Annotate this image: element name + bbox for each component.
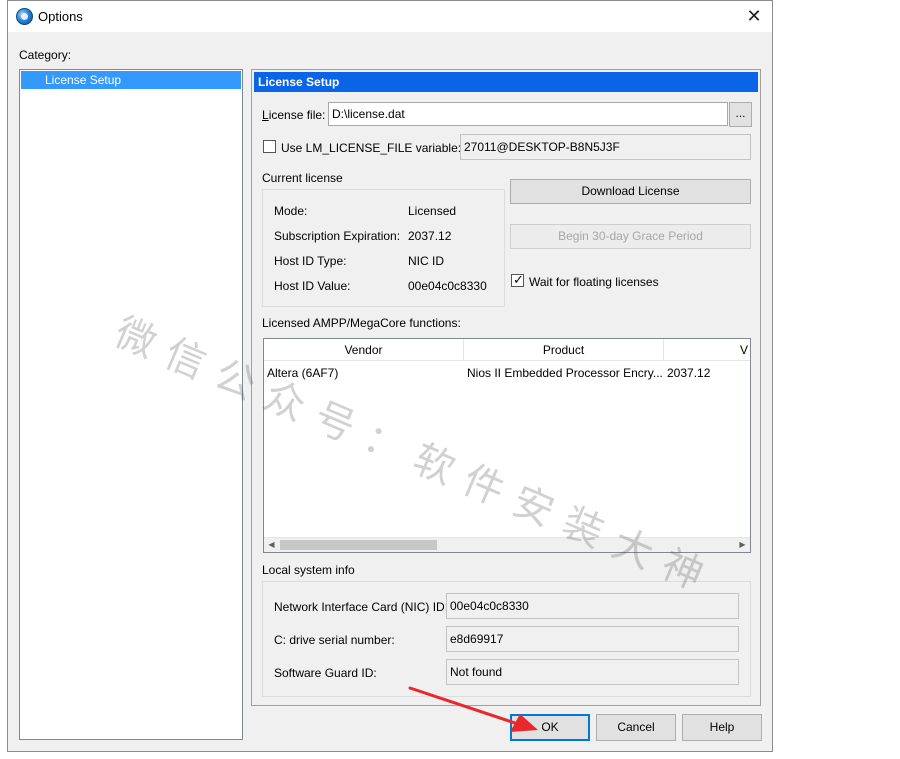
quartus-app-icon bbox=[16, 8, 33, 25]
title-bar: Options ✕ bbox=[8, 1, 772, 32]
vendor-cell: Altera (6AF7) bbox=[267, 366, 339, 380]
lm-license-checkbox[interactable] bbox=[263, 140, 276, 153]
lm-license-label: Use LM_LICENSE_FILE variable: bbox=[281, 141, 462, 155]
ok-button[interactable]: OK bbox=[510, 714, 590, 741]
mode-label: Mode: bbox=[274, 204, 308, 218]
wait-floating-label: Wait for floating licenses bbox=[529, 275, 659, 289]
license-file-label-mnemonic: L bbox=[262, 108, 269, 122]
license-file-input[interactable]: D:\license.dat bbox=[328, 102, 728, 126]
lm-license-value: 27011@DESKTOP-B8N5J3F bbox=[460, 134, 751, 160]
category-label: Category: bbox=[19, 48, 72, 62]
license-setup-panel: License Setup License file: D:\license.d… bbox=[251, 69, 761, 706]
functions-title: Licensed AMPP/MegaCore functions: bbox=[262, 316, 461, 330]
current-license-title: Current license bbox=[262, 171, 343, 185]
local-system-info-title: Local system info bbox=[262, 563, 355, 577]
scroll-right-arrow-icon[interactable]: ▶ bbox=[735, 538, 750, 552]
close-button[interactable]: ✕ bbox=[744, 6, 764, 26]
scroll-left-arrow-icon[interactable]: ◀ bbox=[264, 538, 279, 552]
category-list[interactable]: License Setup bbox=[19, 69, 243, 740]
horizontal-scrollbar[interactable]: ◀ ▶ bbox=[264, 537, 750, 552]
cancel-button[interactable]: Cancel bbox=[596, 714, 676, 741]
drive-serial-value: e8d69917 bbox=[446, 626, 739, 652]
license-file-label-rest: icense file: bbox=[268, 108, 326, 122]
column-header-vendor[interactable]: Vendor bbox=[264, 339, 464, 361]
download-license-button[interactable]: Download License bbox=[510, 179, 751, 204]
version-cell: 2037.12 bbox=[667, 366, 711, 380]
browse-license-button[interactable]: ... bbox=[729, 102, 752, 127]
scroll-thumb[interactable] bbox=[280, 540, 437, 550]
nic-id-value: 00e04c0c8330 bbox=[446, 593, 739, 619]
host-id-value: 00e04c0c8330 bbox=[408, 279, 487, 293]
mode-value: Licensed bbox=[408, 204, 457, 218]
host-id-type-value: NIC ID bbox=[408, 254, 444, 268]
functions-table[interactable]: Vendor Product V Altera (6AF7) Nios II E… bbox=[263, 338, 751, 553]
wait-floating-checkbox[interactable]: ✓ bbox=[511, 272, 524, 287]
product-cell: Nios II Embedded Processor Encry... bbox=[467, 366, 662, 380]
software-guard-label: Software Guard ID: bbox=[274, 666, 377, 680]
subscription-expiration-value: 2037.12 bbox=[408, 229, 452, 243]
column-header-version[interactable]: V bbox=[664, 339, 750, 361]
license-file-label: License file: bbox=[262, 108, 325, 122]
column-header-product[interactable]: Product bbox=[464, 339, 664, 361]
host-id-value-label: Host ID Value: bbox=[274, 279, 351, 293]
grace-period-button[interactable]: Begin 30-day Grace Period bbox=[510, 224, 751, 249]
software-guard-value: Not found bbox=[446, 659, 739, 685]
subscription-expiration-label: Subscription Expiration: bbox=[274, 229, 401, 243]
nic-id-label: Network Interface Card (NIC) ID: bbox=[274, 600, 449, 614]
help-button[interactable]: Help bbox=[682, 714, 762, 741]
options-dialog: Options ✕ Category: License Setup Licens… bbox=[7, 0, 773, 752]
drive-serial-label: C: drive serial number: bbox=[274, 633, 395, 647]
panel-header: License Setup bbox=[254, 72, 758, 92]
functions-table-header: Vendor Product V bbox=[264, 339, 750, 361]
host-id-type-label: Host ID Type: bbox=[274, 254, 347, 268]
window-title: Options bbox=[38, 9, 83, 24]
category-item-license-setup[interactable]: License Setup bbox=[21, 71, 241, 89]
check-mark-icon: ✓ bbox=[513, 272, 524, 287]
